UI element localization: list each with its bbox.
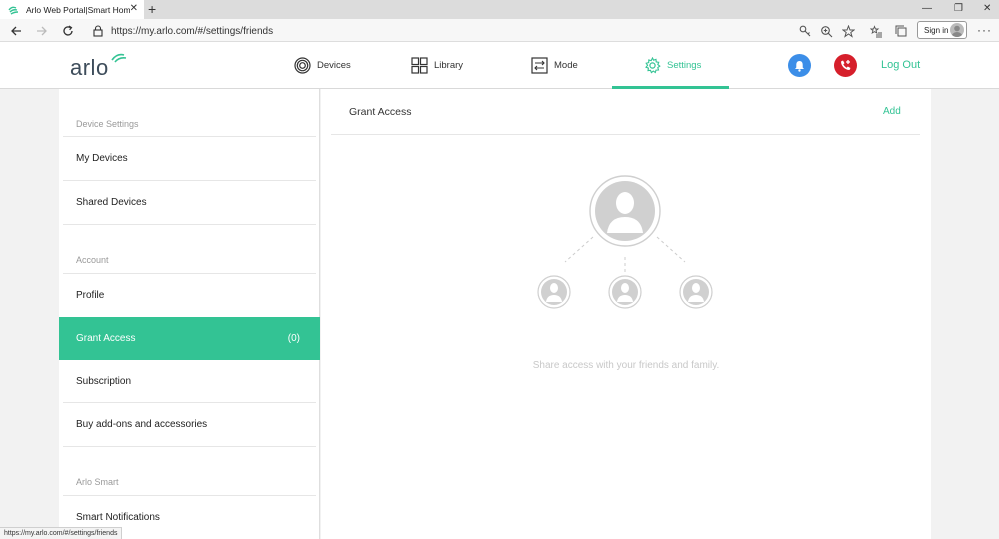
phone-plus-icon bbox=[841, 60, 851, 70]
signin-label: Sign in bbox=[924, 25, 949, 35]
section-label-account: Account bbox=[76, 255, 109, 265]
forward-icon[interactable] bbox=[34, 23, 50, 39]
gear-icon bbox=[645, 57, 661, 74]
sidebar-item-grant-access[interactable]: Grant Access (0) bbox=[59, 317, 320, 360]
sidebar-item-label: Grant Access bbox=[76, 333, 136, 344]
empty-state-message: Share access with your friends and famil… bbox=[532, 360, 720, 371]
nav-devices[interactable]: Devices bbox=[294, 42, 351, 89]
divider bbox=[63, 224, 316, 225]
sidebar-item-label: Smart Notifications bbox=[76, 512, 160, 523]
sidebar-item-buy-addons[interactable]: Buy add-ons and accessories bbox=[59, 403, 320, 446]
emergency-call-button[interactable] bbox=[834, 54, 857, 77]
notifications-button[interactable] bbox=[788, 54, 811, 77]
arlo-logo[interactable]: arlo bbox=[70, 50, 130, 80]
new-tab-icon[interactable]: + bbox=[148, 1, 156, 17]
restore-icon[interactable]: ❐ bbox=[954, 3, 963, 14]
logo-signal-icon bbox=[111, 53, 127, 63]
arlo-favicon-icon bbox=[8, 6, 19, 15]
nav-settings[interactable]: Settings bbox=[644, 42, 701, 89]
sidebar-item-label: Shared Devices bbox=[76, 197, 147, 208]
logo-text: arlo bbox=[70, 55, 109, 80]
section-label-arlo-smart: Arlo Smart bbox=[76, 477, 119, 487]
devices-icon bbox=[294, 57, 311, 74]
nav-mode[interactable]: Mode bbox=[531, 42, 578, 89]
browser-toolbar: https://my.arlo.com/#/settings/friends bbox=[0, 19, 999, 42]
sidebar-item-label: Buy add-ons and accessories bbox=[76, 419, 208, 430]
bell-icon bbox=[795, 60, 804, 72]
settings-sidebar: Device Settings My Devices Shared Device… bbox=[59, 89, 320, 539]
reload-icon[interactable] bbox=[60, 23, 76, 39]
library-icon bbox=[411, 57, 428, 74]
sidebar-item-profile[interactable]: Profile bbox=[59, 274, 320, 317]
key-icon[interactable] bbox=[797, 23, 813, 39]
nav-settings-label: Settings bbox=[667, 60, 702, 71]
nav-library-label: Library bbox=[434, 60, 464, 71]
section-label-device-settings: Device Settings bbox=[76, 119, 139, 129]
profile-avatar-icon bbox=[950, 23, 964, 37]
back-icon[interactable] bbox=[8, 23, 24, 39]
address-bar[interactable]: https://my.arlo.com/#/settings/friends bbox=[87, 22, 863, 40]
nav-mode-label: Mode bbox=[554, 60, 578, 71]
favorites-list-icon[interactable] bbox=[868, 23, 884, 39]
address-url: https://my.arlo.com/#/settings/friends bbox=[111, 25, 274, 37]
minimize-icon[interactable]: — bbox=[922, 3, 932, 14]
lock-icon bbox=[93, 25, 103, 37]
nav-library[interactable]: Library bbox=[411, 42, 463, 89]
favorite-star-icon[interactable] bbox=[840, 23, 856, 39]
mode-icon bbox=[531, 57, 548, 74]
nav-devices-label: Devices bbox=[317, 60, 351, 71]
app-header: arlo Devices Library Mode Settings Log O… bbox=[0, 42, 999, 89]
tab-title: Arlo Web Portal|Smart Home Se bbox=[26, 4, 130, 15]
add-friend-button[interactable]: Add bbox=[883, 106, 901, 117]
sidebar-item-subscription[interactable]: Subscription bbox=[59, 360, 320, 403]
grant-access-count: (0) bbox=[287, 333, 300, 344]
browser-tabstrip: Arlo Web Portal|Smart Home Se ✕ + — ❐ ✕ bbox=[0, 0, 999, 19]
grant-access-panel: Grant Access Add Share access with your … bbox=[321, 89, 931, 539]
tab-close-icon[interactable]: ✕ bbox=[130, 3, 138, 14]
browser-status-url: https://my.arlo.com/#/settings/friends bbox=[0, 527, 123, 539]
share-access-illustration-icon bbox=[537, 175, 713, 309]
divider bbox=[63, 446, 316, 447]
sidebar-item-my-devices[interactable]: My Devices bbox=[59, 137, 320, 180]
sidebar-item-label: Subscription bbox=[76, 376, 132, 387]
page-title: Grant Access bbox=[349, 106, 412, 118]
window-close-icon[interactable]: ✕ bbox=[983, 3, 991, 14]
more-options-icon[interactable]: ··· bbox=[977, 23, 992, 37]
sidebar-item-shared-devices[interactable]: Shared Devices bbox=[59, 181, 320, 224]
sidebar-item-label: My Devices bbox=[76, 153, 128, 164]
divider bbox=[331, 134, 920, 135]
collections-icon[interactable] bbox=[893, 23, 909, 39]
browser-tab[interactable]: Arlo Web Portal|Smart Home Se ✕ bbox=[0, 0, 144, 19]
signin-button[interactable]: Sign in bbox=[917, 21, 967, 39]
zoom-icon[interactable] bbox=[818, 23, 834, 39]
logout-link[interactable]: Log Out bbox=[881, 59, 920, 71]
sidebar-item-label: Profile bbox=[76, 290, 105, 301]
